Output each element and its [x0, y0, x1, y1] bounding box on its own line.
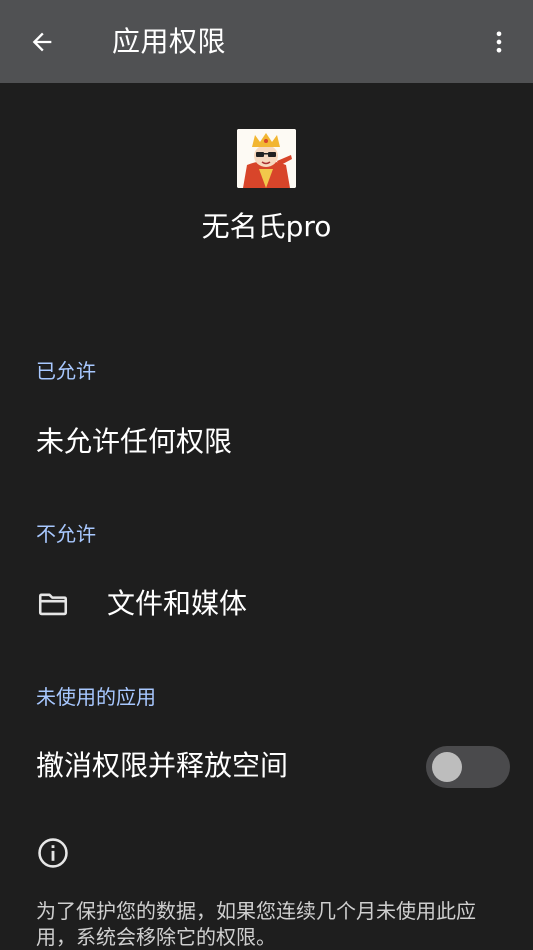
info-footer-text: 为了保护您的数据，如果您连续几个月未使用此应用，系统会移除它的权限。 — [36, 899, 476, 949]
section-header-denied: 不允许 — [36, 522, 96, 546]
app-avatar-icon — [237, 129, 296, 188]
toggle-knob — [432, 752, 462, 782]
arrow-left-icon — [32, 32, 52, 52]
info-icon — [38, 838, 68, 868]
revoke-permissions-toggle[interactable] — [426, 746, 510, 788]
more-vert-icon — [496, 31, 502, 53]
allowed-empty-row: 未允许任何权限 — [0, 420, 533, 464]
revoke-permissions-label: 撤消权限并释放空间 — [36, 749, 289, 782]
app-name: 无名氏pro — [201, 210, 332, 243]
page-title: 应用权限 — [112, 25, 227, 58]
allowed-empty-text: 未允许任何权限 — [36, 425, 233, 458]
permission-label-files-media: 文件和媒体 — [107, 587, 248, 620]
section-header-allowed: 已允许 — [36, 359, 96, 383]
folder-icon — [38, 593, 68, 616]
permission-row-files-media[interactable]: 文件和媒体 — [0, 574, 533, 634]
more-options-button[interactable] — [481, 22, 517, 62]
section-header-unused: 未使用的应用 — [36, 685, 156, 709]
app-bar: 应用权限 — [0, 0, 533, 83]
back-button[interactable] — [22, 22, 62, 62]
